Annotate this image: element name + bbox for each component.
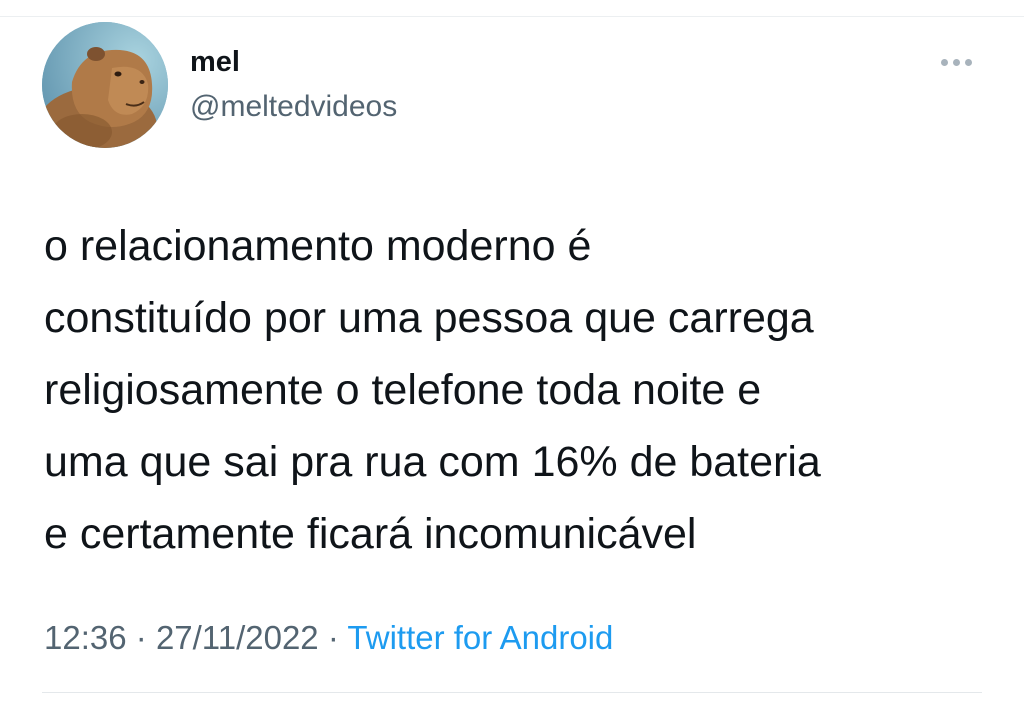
more-dots-icon xyxy=(940,58,948,66)
meta-separator: · xyxy=(135,619,147,656)
tweet-source-link[interactable]: Twitter for Android xyxy=(347,619,613,656)
more-dots-icon xyxy=(964,58,972,66)
tweet-meta: 12:36 · 27/11/2022 · Twitter for Android xyxy=(44,618,613,658)
more-dots-icon xyxy=(952,58,960,66)
capybara-avatar-icon xyxy=(42,22,168,148)
top-divider xyxy=(0,16,1024,17)
tweet-date[interactable]: 27/11/2022 xyxy=(156,619,319,656)
tweet-time[interactable]: 12:36 xyxy=(44,619,127,656)
user-handle[interactable]: @meltedvideos xyxy=(190,88,397,126)
display-name[interactable]: mel xyxy=(190,44,240,80)
meta-separator: · xyxy=(327,619,339,656)
bottom-divider xyxy=(42,692,982,693)
tweet-text: o relacionamento moderno é constituído p… xyxy=(44,222,821,558)
avatar[interactable] xyxy=(42,22,168,148)
more-options-button[interactable] xyxy=(934,50,978,74)
